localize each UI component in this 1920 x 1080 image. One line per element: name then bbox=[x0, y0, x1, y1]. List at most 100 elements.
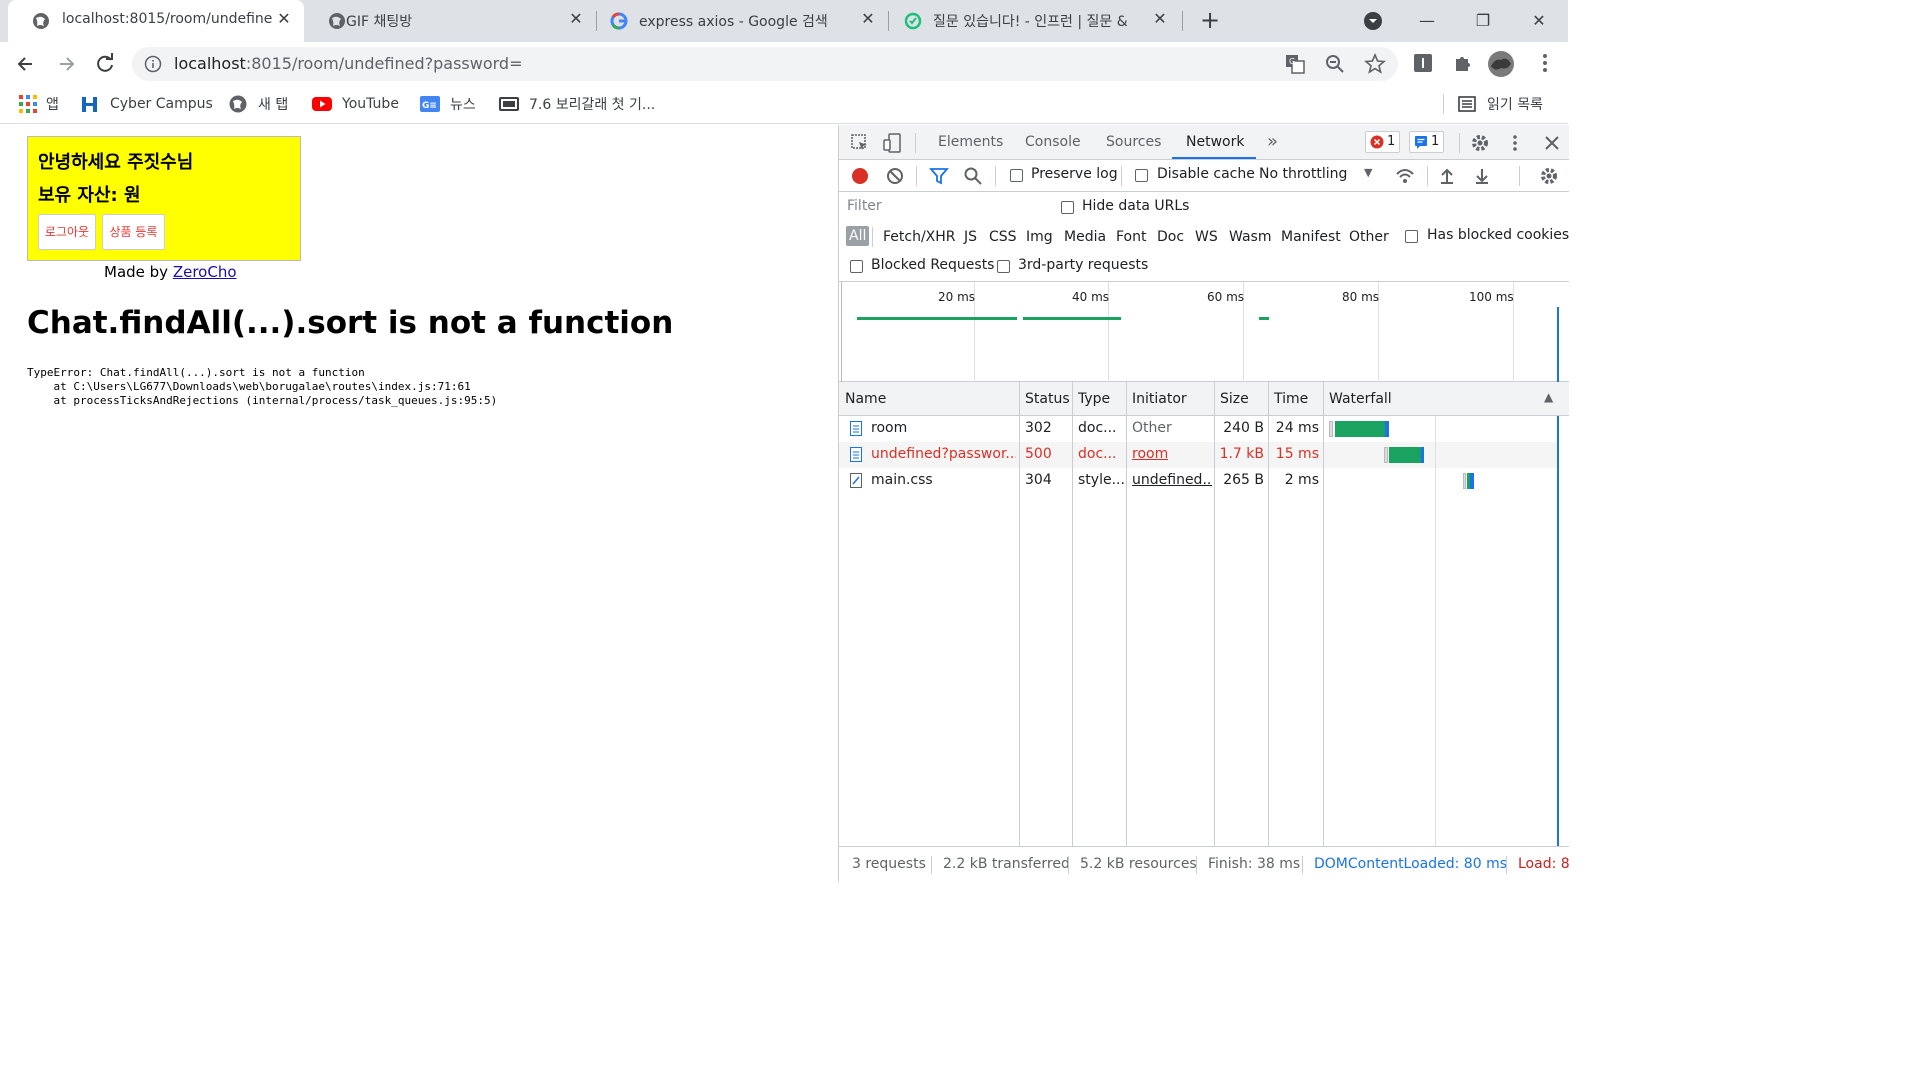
tab-sources[interactable]: Sources bbox=[1106, 134, 1161, 150]
error-count-badge[interactable]: 1 bbox=[1365, 131, 1401, 153]
third-party-checkbox[interactable] bbox=[997, 260, 1010, 273]
type-filter-media[interactable]: Media bbox=[1064, 229, 1106, 245]
table-row[interactable]: undefined?passwor... 500 doc... room 1.7… bbox=[839, 442, 1559, 468]
close-icon[interactable]: ✕ bbox=[566, 9, 586, 29]
bookmark-cyber-campus[interactable]: Cyber Campus bbox=[80, 92, 213, 116]
error-count: 1 bbox=[1387, 134, 1396, 149]
devtools-menu-icon[interactable] bbox=[1505, 133, 1525, 153]
more-tabs-chevron-icon[interactable]: » bbox=[1267, 131, 1278, 152]
type-filter-fetch-xhr[interactable]: Fetch/XHR bbox=[883, 229, 956, 245]
profile-avatar-icon[interactable] bbox=[1487, 50, 1515, 78]
column-header-status[interactable]: Status bbox=[1019, 382, 1072, 416]
minimize-button[interactable]: — bbox=[1414, 8, 1440, 34]
column-header-name[interactable]: Name bbox=[839, 382, 1019, 416]
register-product-button[interactable]: 상품 등록 bbox=[102, 214, 165, 250]
type-filter-font[interactable]: Font bbox=[1116, 229, 1146, 245]
translate-icon[interactable]: G bbox=[1284, 53, 1306, 75]
type-filter-all[interactable]: All bbox=[846, 226, 870, 246]
back-arrow-icon[interactable] bbox=[12, 50, 40, 78]
column-header-size[interactable]: Size bbox=[1214, 382, 1268, 416]
bookmark-borugalae[interactable]: 7.6 보리갈래 첫 기... bbox=[499, 92, 655, 116]
sort-ascending-icon[interactable]: ▲ bbox=[1544, 390, 1553, 404]
bookmark-new-tab[interactable]: 새 탭 bbox=[228, 92, 288, 116]
request-initiator-link[interactable]: undefined... bbox=[1132, 472, 1212, 488]
type-filter-css[interactable]: CSS bbox=[989, 229, 1017, 245]
waterfall-bar bbox=[1463, 473, 1466, 489]
close-icon[interactable]: ✕ bbox=[858, 9, 878, 29]
tab-network[interactable]: Network bbox=[1186, 134, 1244, 150]
reading-list-button[interactable]: 읽기 목록 bbox=[1457, 92, 1543, 116]
has-blocked-cookies-checkbox[interactable] bbox=[1405, 230, 1418, 243]
browser-tab-gif-chat[interactable]: GIF 채팅방 ✕ bbox=[304, 0, 596, 42]
new-tab-button[interactable]: + bbox=[1197, 8, 1223, 34]
column-header-initiator[interactable]: Initiator bbox=[1126, 382, 1214, 416]
column-header-waterfall[interactable]: Waterfall bbox=[1323, 382, 1569, 416]
type-filter-img[interactable]: Img bbox=[1026, 229, 1053, 245]
type-filter-doc[interactable]: Doc bbox=[1157, 229, 1184, 245]
extension-i-icon[interactable] bbox=[1412, 52, 1434, 74]
browser-tab-google-search[interactable]: express axios - Google 검색 ✕ bbox=[596, 0, 888, 42]
inspect-element-icon[interactable] bbox=[850, 133, 870, 153]
globe-icon bbox=[229, 95, 247, 113]
extensions-puzzle-icon[interactable] bbox=[1452, 52, 1474, 74]
browser-tab-localhost[interactable]: localhost:8015/room/undefined? ✕ bbox=[8, 0, 304, 42]
filter-icon[interactable] bbox=[929, 166, 949, 186]
maximize-button[interactable]: ❐ bbox=[1470, 8, 1496, 34]
bookmark-news[interactable]: G≡ 뉴스 bbox=[420, 92, 476, 116]
address-bar[interactable]: localhost:8015/room/undefined?password= … bbox=[132, 47, 1398, 81]
bookmark-apps[interactable]: 앱 bbox=[18, 92, 59, 116]
tab-search-icon[interactable] bbox=[1363, 11, 1383, 31]
blocked-requests-checkbox[interactable] bbox=[850, 260, 863, 273]
export-har-icon[interactable] bbox=[1472, 166, 1492, 186]
tab-console[interactable]: Console bbox=[1025, 134, 1081, 150]
timeline-bar-main-css bbox=[1259, 317, 1269, 320]
network-conditions-icon[interactable] bbox=[1395, 166, 1415, 186]
reload-icon[interactable] bbox=[91, 50, 119, 78]
message-count-badge[interactable]: 1 bbox=[1409, 131, 1445, 153]
network-settings-gear-icon[interactable] bbox=[1539, 166, 1559, 186]
type-filter-other[interactable]: Other bbox=[1349, 229, 1389, 245]
zerocho-link[interactable]: ZeroCho bbox=[173, 263, 237, 281]
import-har-icon[interactable] bbox=[1437, 166, 1457, 186]
blocked-requests-row: Blocked Requests 3rd-party requests bbox=[839, 252, 1569, 282]
request-name: undefined?passwor... bbox=[871, 446, 1016, 462]
status-divider bbox=[1068, 856, 1069, 874]
browser-tab-inflearn[interactable]: 질문 있습니다! - 인프런 | 질문 & ✕ bbox=[888, 0, 1180, 42]
table-row[interactable]: room 302 doc... Other 240 B 24 ms bbox=[839, 416, 1559, 442]
clear-icon[interactable] bbox=[885, 166, 905, 186]
timeline-label: 100 ms bbox=[1469, 290, 1514, 304]
column-header-type[interactable]: Type bbox=[1072, 382, 1126, 416]
close-devtools-icon[interactable] bbox=[1542, 133, 1562, 153]
close-icon[interactable]: ✕ bbox=[1150, 9, 1170, 29]
table-row[interactable]: main.css 304 style... undefined... 265 B… bbox=[839, 468, 1559, 494]
type-filter-js[interactable]: JS bbox=[964, 229, 977, 245]
tab-elements[interactable]: Elements bbox=[938, 134, 1003, 150]
resources-size: 5.2 kB resources bbox=[1080, 856, 1197, 872]
logout-button[interactable]: 로그아웃 bbox=[38, 214, 96, 250]
preserve-log-checkbox[interactable] bbox=[1010, 169, 1023, 182]
filter-input[interactable]: Filter bbox=[843, 196, 1043, 218]
close-window-button[interactable]: ✕ bbox=[1526, 8, 1552, 34]
search-icon[interactable] bbox=[963, 166, 983, 186]
site-info-icon[interactable] bbox=[144, 55, 162, 73]
bookmark-youtube[interactable]: YouTube bbox=[312, 92, 399, 116]
column-header-time[interactable]: Time bbox=[1268, 382, 1323, 416]
record-icon[interactable] bbox=[850, 166, 870, 186]
close-icon[interactable]: ✕ bbox=[274, 9, 294, 29]
type-filter-ws[interactable]: WS bbox=[1195, 229, 1218, 245]
disable-cache-checkbox[interactable] bbox=[1135, 169, 1148, 182]
request-count: 3 requests bbox=[852, 856, 926, 872]
chevron-down-icon[interactable]: ▼ bbox=[1364, 166, 1372, 179]
type-filter-manifest[interactable]: Manifest bbox=[1281, 229, 1341, 245]
zoom-out-icon[interactable] bbox=[1324, 53, 1346, 75]
request-initiator-link[interactable]: room bbox=[1132, 446, 1168, 462]
settings-gear-icon[interactable] bbox=[1470, 133, 1490, 153]
waterfall-bar bbox=[1470, 473, 1474, 489]
menu-kebab-icon[interactable] bbox=[1534, 52, 1556, 74]
throttling-select[interactable]: No throttling bbox=[1259, 166, 1347, 182]
bookmark-star-icon[interactable] bbox=[1364, 53, 1386, 75]
device-toggle-icon[interactable] bbox=[883, 133, 903, 153]
type-filter-wasm[interactable]: Wasm bbox=[1229, 229, 1271, 245]
forward-arrow-icon[interactable] bbox=[52, 50, 80, 78]
hide-data-urls-checkbox[interactable] bbox=[1061, 201, 1074, 214]
